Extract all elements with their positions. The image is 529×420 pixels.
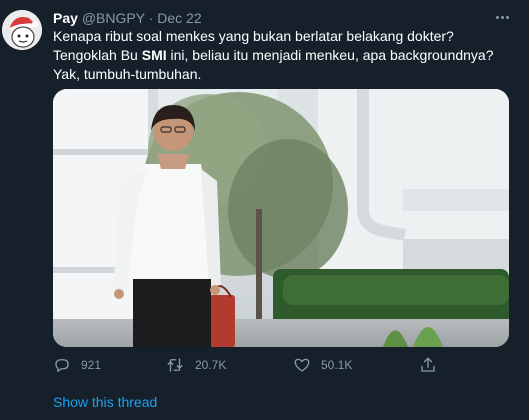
avatar-illustration — [2, 10, 42, 50]
retweet-button[interactable]: 20.7K — [165, 356, 226, 374]
retweet-count: 20.7K — [195, 358, 227, 372]
tweet-date[interactable]: Dec 22 — [157, 10, 201, 26]
more-icon[interactable] — [492, 9, 512, 25]
reply-count: 921 — [81, 358, 102, 372]
tweet-photo[interactable] — [53, 89, 509, 347]
retweet-icon — [167, 358, 183, 372]
share-button[interactable] — [419, 356, 437, 374]
tweet-text: Kenapa ribut soal menkes yang bukan berl… — [53, 27, 515, 84]
show-thread-link[interactable]: Show this thread — [53, 394, 157, 410]
header-separator: · — [148, 10, 154, 26]
photo-illustration — [53, 89, 509, 347]
action-bar: 921 20.7K 50.1K — [53, 356, 493, 376]
reply-button[interactable]: 921 — [53, 356, 101, 374]
reply-icon — [55, 359, 69, 373]
author-name[interactable]: Pay — [53, 10, 78, 26]
like-button[interactable]: 50.1K — [293, 356, 352, 374]
avatar[interactable] — [2, 10, 42, 50]
heart-icon — [294, 358, 310, 372]
author-handle[interactable]: @BNGPY — [82, 10, 145, 26]
tweet-text-bold: SMI — [141, 47, 167, 63]
like-count: 50.1K — [321, 358, 353, 372]
tweet-header: Pay @BNGPY · Dec 22 — [53, 10, 202, 27]
tweet: Pay @BNGPY · Dec 22 Kenapa ribut soal me… — [0, 0, 529, 420]
share-icon — [421, 357, 435, 372]
